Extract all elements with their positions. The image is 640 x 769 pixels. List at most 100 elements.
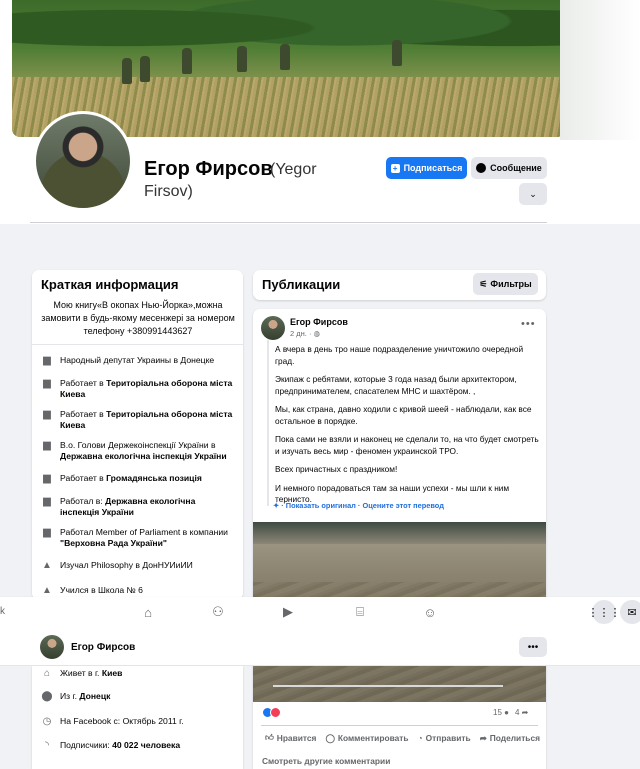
message-label: Сообщение xyxy=(490,163,542,173)
chevron-down-icon: ⌄ xyxy=(529,188,537,199)
post-paragraph: А вчера в день тро наше подразделение ун… xyxy=(275,344,524,366)
post-divider xyxy=(261,725,538,726)
view-more-comments-link[interactable]: Смотреть другие комментарии xyxy=(262,756,390,766)
reactions-summary[interactable] xyxy=(262,707,281,718)
messenger-send-icon: ◔ xyxy=(417,732,423,743)
share-arrow-icon: ➦ xyxy=(521,708,529,717)
followers-link[interactable]: 40 022 человека xyxy=(112,740,180,750)
profile-name: Егор Фирсов xyxy=(144,158,273,180)
video-icon[interactable]: ▶ xyxy=(280,604,296,620)
intro-card: Краткая информация Мою книгу«В окопах Нь… xyxy=(32,270,243,600)
more-dots-icon: ••• xyxy=(527,641,539,653)
intro-item: ▆ В.о. Голови Держекоінспекції України в… xyxy=(41,440,237,462)
intro-item: ▆ Работает в Територіальна оборона міста… xyxy=(41,378,237,400)
comment-count[interactable]: 15 ● xyxy=(493,708,509,717)
graduation-cap-icon: ▲ xyxy=(42,585,52,596)
publications-title: Публикации xyxy=(262,277,341,292)
intro-item: ▆ Работал Member of Parliament в компани… xyxy=(41,527,237,549)
briefcase-icon: ▆ xyxy=(43,527,51,538)
plus-square-icon: + xyxy=(390,163,400,173)
intro-item: ◷ На Facebook с: Октябрь 2011 г. xyxy=(42,716,184,727)
filters-label: Фильтры xyxy=(490,279,532,289)
gear-icon: ✦ xyxy=(273,501,280,510)
post-actions: 👍︎ Нравится ◯ Комментировать ◔ Отправить ➦ П… xyxy=(265,732,540,743)
video-progress[interactable] xyxy=(273,685,503,687)
rss-icon: ◝ xyxy=(45,740,49,751)
briefcase-icon: ▆ xyxy=(43,355,51,366)
globe-icon: ◍ xyxy=(313,329,321,338)
post-author-name[interactable]: Егор Фирсов xyxy=(290,317,348,327)
post-text: А вчера в день тро наше подразделение ун… xyxy=(267,340,539,506)
sticky-avatar[interactable] xyxy=(40,635,64,659)
groups-icon[interactable]: ☺ xyxy=(422,604,438,620)
location-pin-icon: ⬤ xyxy=(41,691,53,702)
menu-grid-icon[interactable]: ⋮⋮⋮ xyxy=(588,600,621,624)
sticky-profile-bar: Егор Фирсов ••• xyxy=(0,628,640,666)
post-author-avatar[interactable] xyxy=(261,316,285,340)
profile-header: Егор Фирсов (Yegor Firsov) + Подписаться… xyxy=(0,0,640,224)
intro-item: ⬤ Из г. Донецк xyxy=(41,691,111,702)
post-paragraph: Мы, как страна, давно ходили с кривой ше… xyxy=(275,404,532,426)
briefcase-icon: ▆ xyxy=(43,496,51,507)
thumbs-up-icon: 👍︎ xyxy=(265,732,274,742)
more-options-button[interactable]: ⌄ xyxy=(519,183,547,205)
sticky-more-button[interactable]: ••• xyxy=(519,637,547,657)
like-button[interactable]: 👍︎ Нравится xyxy=(265,732,316,743)
messenger-icon xyxy=(476,163,487,173)
graduation-cap-icon: ▲ xyxy=(42,560,52,571)
intro-item: ▲ Учился в Школа № 6 xyxy=(42,585,143,596)
intro-item: ▆ Работал в: Державна екологічна інспекц… xyxy=(41,496,237,518)
subscribe-label: Подписаться xyxy=(403,163,463,173)
intro-item: ▆ Работает в Громадянська позиція xyxy=(41,473,237,484)
filters-button[interactable]: ⚟ Фильтры xyxy=(473,273,538,295)
intro-divider xyxy=(32,344,243,345)
post-options-icon[interactable]: ••• xyxy=(521,318,536,330)
publications-header: Публикации ⚟ Фильтры xyxy=(253,270,546,300)
comment-bubble-icon: ● xyxy=(504,708,509,717)
intro-item: ▆ Народный депутат Украины в Донецке xyxy=(41,355,237,366)
briefcase-icon: ▆ xyxy=(43,378,51,389)
home-icon[interactable]: ⌂ xyxy=(140,604,156,620)
post-paragraph: Всех причастных с праздником! xyxy=(275,464,398,474)
translation-links[interactable]: ✦ · Показать оригинал · Оцените этот пер… xyxy=(273,501,444,510)
post-paragraph: Экипаж с ребятами, которые 3 года назад … xyxy=(275,374,517,396)
post-card: Егор Фирсов 2 дн. · ◍ ••• А вчера в день… xyxy=(253,309,546,769)
home-icon: ⌂ xyxy=(43,668,51,679)
hometown-link[interactable]: Донецк xyxy=(79,691,110,701)
message-button[interactable]: Сообщение xyxy=(471,157,547,179)
city-link[interactable]: Киев xyxy=(102,668,123,678)
header-divider xyxy=(30,222,547,223)
search-input-fragment[interactable]: k xyxy=(0,606,5,617)
workplace-link[interactable]: Громадянська позиція xyxy=(106,473,202,483)
intro-bio: Мою книгу«В окопах Нью-Йорка»,можна замо… xyxy=(41,300,235,336)
send-button[interactable]: ◔ Отправить xyxy=(418,732,471,743)
friends-icon[interactable]: ⚇ xyxy=(210,604,226,620)
intro-title: Краткая информация xyxy=(41,277,179,292)
top-navigation-bar: k ⌂ ⚇ ▶ ⌸ ☺ ⋮⋮⋮ ✉ xyxy=(0,597,640,628)
comment-button[interactable]: ◯ Комментировать xyxy=(325,732,408,743)
profile-name-en-cont: Firsov) xyxy=(144,183,193,200)
clock-icon: ◷ xyxy=(42,716,52,727)
messenger-icon[interactable]: ✉ xyxy=(620,600,640,624)
profile-name-en: (Yegor xyxy=(270,161,317,178)
share-icon: ➦ xyxy=(479,732,487,743)
workplace-link[interactable]: "Верховна Рада України" xyxy=(60,538,167,548)
profile-avatar[interactable] xyxy=(33,111,133,211)
intro-item: ▆ Работает в Територіальна оборона міста… xyxy=(41,409,237,431)
briefcase-icon: ▆ xyxy=(43,473,51,484)
workplace-link[interactable]: Державна екологічна інспекція України xyxy=(60,451,227,461)
intro-card-continued: ⌂ Живет в г. Киев ⬤ Из г. Донецк ◷ На Fa… xyxy=(32,666,243,769)
briefcase-icon: ▆ xyxy=(43,409,51,420)
briefcase-icon: ▆ xyxy=(43,440,51,451)
sticky-name[interactable]: Егор Фирсов xyxy=(71,642,135,653)
sliders-icon: ⚟ xyxy=(479,278,488,289)
intro-item: ◝ Подписчики: 40 022 человека xyxy=(41,740,237,751)
love-reaction-icon xyxy=(270,707,281,718)
share-count[interactable]: 4 ➦ xyxy=(515,708,528,717)
comment-icon: ◯ xyxy=(325,732,335,743)
marketplace-icon[interactable]: ⌸ xyxy=(352,604,368,620)
subscribe-button[interactable]: + Подписаться xyxy=(386,157,467,179)
post-timestamp[interactable]: 2 дн. · ◍ xyxy=(290,329,320,338)
share-button[interactable]: ➦ Поделиться xyxy=(480,732,540,743)
intro-item: ⌂ Живет в г. Киев xyxy=(41,668,237,679)
